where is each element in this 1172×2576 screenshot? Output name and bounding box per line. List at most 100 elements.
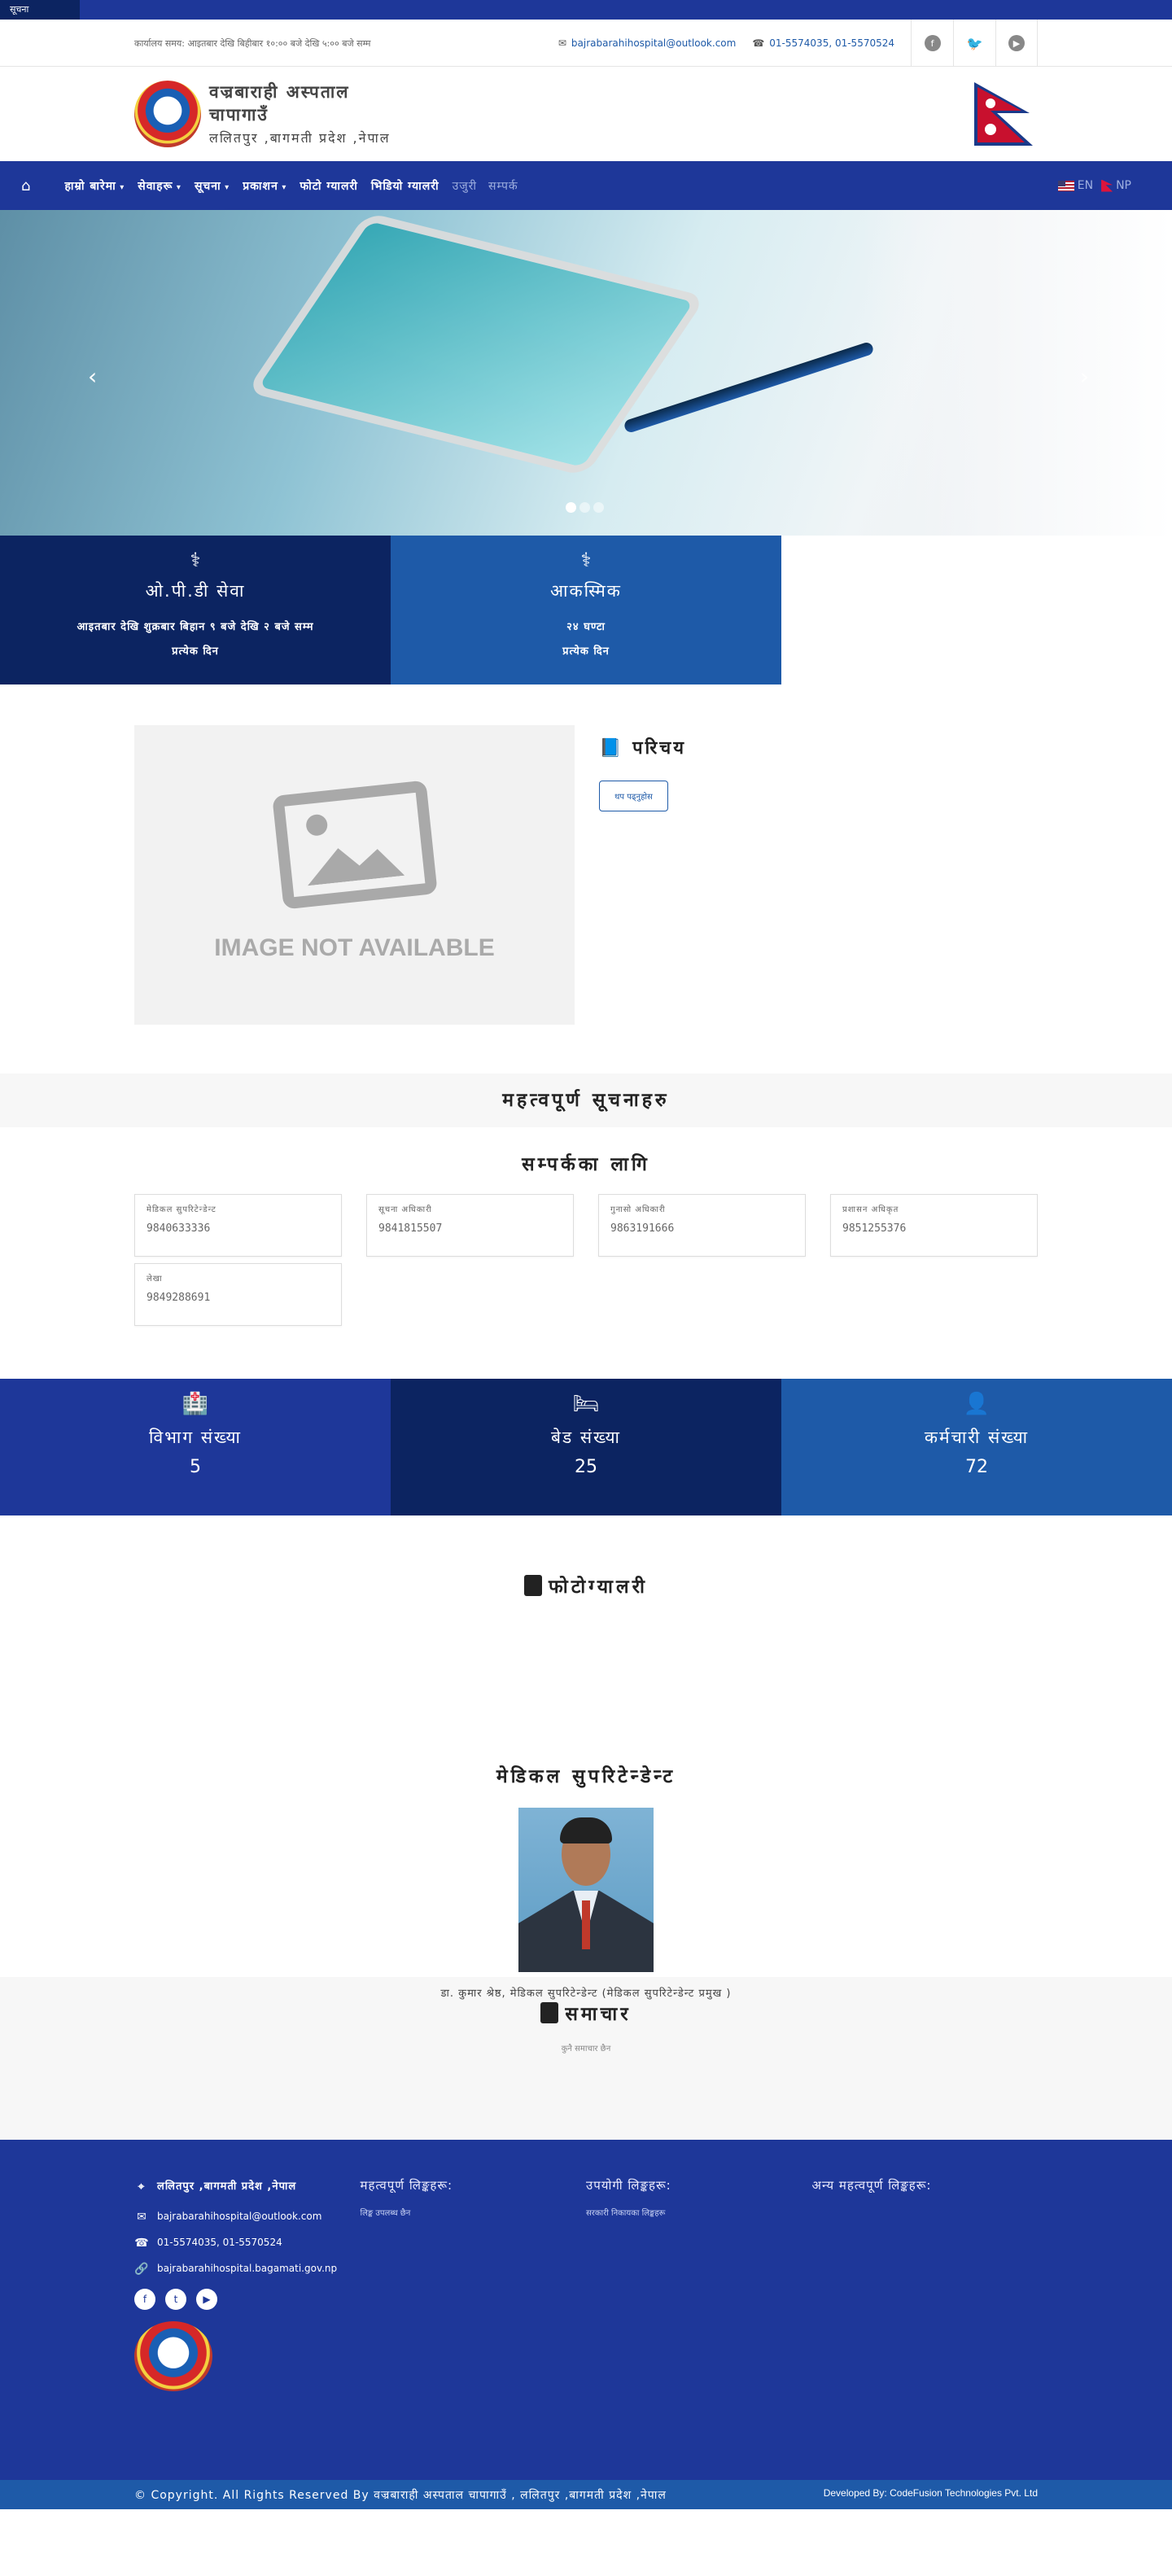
bed-icon: 🛏 <box>572 1392 600 1416</box>
nav-about[interactable]: हाम्रो बारेमा <box>64 178 125 194</box>
lang-en-button[interactable]: EN <box>1057 179 1094 192</box>
contact-role: गुनासो अधिकारी <box>610 1205 666 1214</box>
stat-label: विभाग संख्या <box>149 1428 242 1447</box>
tile-line: प्रत्येक दिन <box>562 645 610 658</box>
stethoscope-icon: ⚕ <box>190 549 201 571</box>
location-pin-icon: ⌖ <box>138 2180 146 2193</box>
emergency-tile: ⚕ आकस्मिक २४ घण्टा प्रत्येक दिन <box>391 536 781 684</box>
footer-email[interactable]: ✉ bajrabarahihospital@outlook.com <box>134 2211 361 2224</box>
nav-video-gallery[interactable]: भिडियो ग्यालरी <box>371 178 440 194</box>
stat-departments: 🏥 विभाग संख्या 5 <box>0 1379 391 1515</box>
carousel-prev-button[interactable]: ‹ <box>88 363 97 390</box>
top-email-link[interactable]: ✉ bajrabarahihospital@outlook.com <box>558 37 736 49</box>
home-icon[interactable]: ⌂ <box>21 177 30 195</box>
top-info-bar: कार्यालय समय: आइतबार देखि बिहीबार १०:०० … <box>0 20 1172 67</box>
phone-icon: ☎ <box>752 37 765 49</box>
carousel-dot[interactable] <box>593 502 604 513</box>
news-heading: समाचार <box>0 2000 1172 2026</box>
phone-icon: ☎ <box>134 2237 149 2250</box>
tile-line: २४ घण्टा <box>566 621 606 633</box>
image-icon <box>271 780 438 910</box>
stethoscope-icon: ⚕ <box>580 549 592 571</box>
site-header: वज्रबाराही अस्पताल चापागाउँ ललितपुर ,बाग… <box>0 67 1172 161</box>
footer-address: ⌖ ललितपुर ,बागमती प्रदेश ,नेपाल <box>134 2177 361 2198</box>
lang-np-label: NP <box>1116 179 1131 192</box>
tile-line: प्रत्येक दिन <box>172 645 219 658</box>
contacts-section: सम्पर्कका लागि मेडिकल सुपरिटेन्डेन्ट 984… <box>0 1127 1172 1379</box>
footer-phone-text: 01-5574035, 01-5570524 <box>157 2237 282 2249</box>
read-more-button[interactable]: थप पढ्नुहोस <box>599 781 668 811</box>
youtube-icon[interactable]: ▶ <box>196 2289 217 2311</box>
np-flag-icon <box>1101 179 1113 192</box>
hero-doctor-graphic <box>863 210 1172 536</box>
office-address: ललितपुर ,बागमती प्रदेश ,नेपाल <box>209 129 391 146</box>
footer-website-text: bajrabarahihospital.bagamati.gov.np <box>157 2263 338 2275</box>
site-footer: ⌖ ललितपुर ,बागमती प्रदेश ,नेपाल ✉ bajrab… <box>0 2140 1172 2480</box>
nav-services[interactable]: सेवाहरू <box>138 178 181 194</box>
gallery-heading-text: फोटोग्यालरी <box>549 1577 648 1598</box>
top-phone-link[interactable]: ☎ 01-5574035, 01-5570524 <box>752 37 894 49</box>
lang-np-button[interactable]: NP <box>1101 179 1131 192</box>
book-icon <box>540 2002 559 2023</box>
user-icon: 👤 <box>963 1392 991 1416</box>
stat-value: 5 <box>190 1457 201 1477</box>
footer-col-title: महत्वपूर्ण लिङ्कहरू: <box>360 2178 453 2193</box>
contact-phone[interactable]: 9851255376 <box>842 1222 1026 1235</box>
nav-complaint[interactable]: उजुरी <box>453 178 477 194</box>
lang-en-label: EN <box>1077 179 1094 192</box>
developer-credit[interactable]: Developed By: CodeFusion Technologies Pv… <box>824 2487 1038 2503</box>
top-social-links: f 🐦 ▶ <box>911 20 1038 67</box>
portrait-tie <box>582 1900 590 1949</box>
contact-phone[interactable]: 9840633336 <box>146 1222 330 1235</box>
carousel-next-button[interactable]: › <box>1080 363 1089 390</box>
stat-value: 25 <box>575 1457 597 1477</box>
nepal-flag <box>973 81 1038 147</box>
footer-website[interactable]: 🔗 bajrabarahihospital.bagamati.gov.np <box>134 2263 361 2276</box>
news-section: समाचार कुनै समाचार छैन <box>0 1977 1172 2140</box>
office-name-line2: चापागाउँ <box>209 104 269 125</box>
envelope-icon: ✉ <box>137 2211 146 2224</box>
youtube-button[interactable]: ▶ <box>995 20 1038 67</box>
footer-email-text: bajrabarahihospital@outlook.com <box>157 2211 322 2223</box>
nav-notice[interactable]: सूचना <box>195 178 230 194</box>
twitter-icon[interactable]: t <box>165 2289 186 2311</box>
stat-value: 72 <box>965 1457 988 1477</box>
opd-tile: ⚕ ओ.पी.डी सेवा आइतबार देखि शुक्रबार बिहा… <box>0 536 391 684</box>
contact-phone[interactable]: 9841815507 <box>378 1222 562 1235</box>
book-icon: 📘 <box>599 738 633 759</box>
image-unavailable-text: IMAGE NOT AVAILABLE <box>214 934 495 961</box>
footer-col-sub[interactable]: सरकारी निकायका लिङ्कहरू <box>586 2206 812 2218</box>
tile-title: ओ.पी.डी सेवा <box>145 581 246 601</box>
nav-photo-gallery[interactable]: फोटो ग्यालरी <box>300 178 358 194</box>
contact-phone[interactable]: 9863191666 <box>610 1222 794 1235</box>
us-flag-icon <box>1057 180 1074 191</box>
contacts-heading: सम्पर्कका लागि <box>522 1154 650 1175</box>
facebook-icon: f <box>924 35 941 51</box>
twitter-button[interactable]: 🐦 <box>953 20 995 67</box>
footer-phone[interactable]: ☎ 01-5574035, 01-5570524 <box>134 2237 361 2250</box>
officials-section: मेडिकल सुपरिटेन्डेन्ट डा. कुमार श्रेष्ठ,… <box>0 1762 1172 2000</box>
nav-publication[interactable]: प्रकाशन <box>243 178 286 194</box>
facebook-button[interactable]: f <box>911 20 953 67</box>
copyright-text: © Copyright. All Rights Reserved By वज्र… <box>134 2488 667 2502</box>
emblem-logo-link[interactable] <box>134 81 209 147</box>
footer-address-text: ललितपुर ,बागमती प्रदेश ,नेपाल <box>157 2180 297 2193</box>
top-email-text: bajrabarahihospital@outlook.com <box>571 37 737 49</box>
footer-links-column: उपयोगी लिङ्कहरू: सरकारी निकायका लिङ्कहरू <box>586 2177 812 2391</box>
gallery-heading: फोटोग्यालरी <box>0 1572 1172 1599</box>
important-notices-strip[interactable]: महत्वपूर्ण सूचनाहरु <box>0 1074 1172 1127</box>
contact-card: सूचना अधिकारी 9841815507 <box>366 1194 574 1257</box>
footer-links-column: अन्य महत्वपूर्ण लिङ्कहरू: <box>812 2177 1039 2391</box>
intro-heading: 📘 परिचय <box>599 735 686 759</box>
link-icon: 🔗 <box>134 2263 149 2276</box>
nav-contact[interactable]: सम्पर्क <box>488 178 518 194</box>
officials-heading: मेडिकल सुपरिटेन्डेन्ट <box>496 1766 676 1787</box>
footer-col-title: उपयोगी लिङ्कहरू: <box>586 2178 671 2193</box>
portrait-hair <box>560 1817 612 1843</box>
contact-phone[interactable]: 9849288691 <box>146 1292 330 1304</box>
footer-col-title: अन्य महत्वपूर्ण लिङ्कहरू: <box>811 2178 932 2193</box>
carousel-dot[interactable] <box>566 502 576 513</box>
carousel-dot[interactable] <box>579 502 590 513</box>
stat-staff: 👤 कर्मचारी संख्या 72 <box>781 1379 1172 1515</box>
facebook-icon[interactable]: f <box>134 2289 155 2311</box>
